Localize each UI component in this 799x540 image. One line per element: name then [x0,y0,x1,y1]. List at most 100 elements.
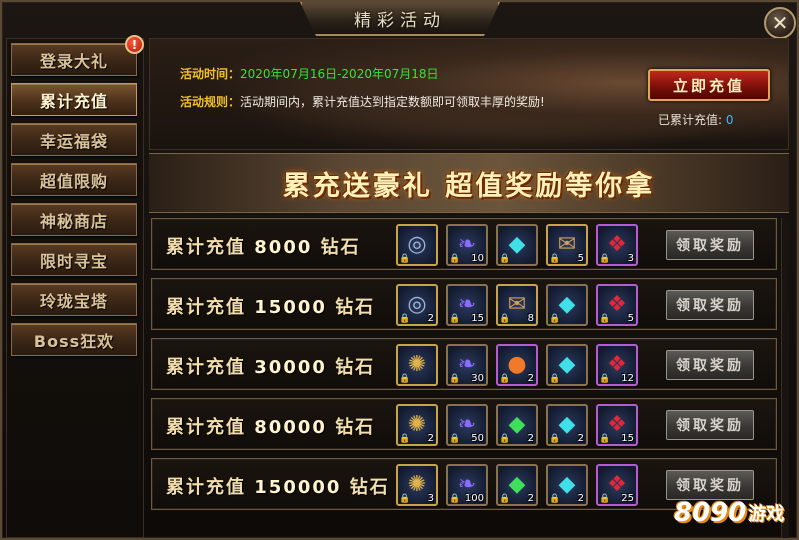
reward-item-count: 15 [621,433,634,444]
watermark-logo: 8090 游戏 [674,488,798,538]
sidebar-item-1[interactable]: 累计充值 [11,83,137,116]
reward-item-slot[interactable]: ❧ 🔒 10 [446,224,488,266]
activity-time-label: 活动时间： [180,67,241,81]
sidebar-item-0[interactable]: 登录大礼 [11,43,137,76]
reward-item-slot[interactable]: ❖ 🔒 5 [596,284,638,326]
reward-row-amount: 150000 [254,477,342,498]
cyan-crystal-icon: ◆ [558,352,576,377]
reward-item-slot[interactable]: ✺ 🔒 [396,344,438,386]
reward-row-title: 累计充值 150000 钻石 [166,473,390,499]
reward-item-count: 2 [427,433,434,444]
slogan-text: 累充送豪礼 超值奖励等你拿 [282,170,656,202]
reward-row-unit: 钻石 [320,237,361,258]
reward-item-slot[interactable]: ✺ 🔒 2 [396,404,438,446]
reward-item-slot[interactable]: ❖ 🔒 12 [596,344,638,386]
gold-coin-icon: ✺ [407,412,427,437]
lock-icon: 🔒 [499,494,511,504]
lock-icon: 🔒 [499,254,511,264]
reward-item-slot[interactable]: ❧ 🔒 30 [446,344,488,386]
slogan-banner: 累充送豪礼 超值奖励等你拿 [149,153,789,213]
reward-item-count: 3 [427,493,434,504]
lock-icon: 🔒 [549,254,561,264]
claim-reward-button[interactable]: 领取奖励 [666,290,754,320]
claim-reward-button[interactable]: 领取奖励 [666,350,754,380]
sidebar-item-label: 累计充值 [39,91,108,111]
reward-item-slot[interactable]: ❖ 🔒 15 [596,404,638,446]
claim-reward-button[interactable]: 领取奖励 [666,230,754,260]
cyan-crystal-icon: ◆ [558,472,576,497]
reward-item-slot[interactable]: ❖ 🔒 25 [596,464,638,506]
reward-row: 累计充值 30000 钻石 ✺ 🔒 ❧ 🔒 30 ● 🔒 2 ◆ 🔒 ❖ 🔒 12 领取奖励 [151,338,777,390]
close-button[interactable]: ✕ [764,7,796,39]
reward-item-count: 100 [464,493,484,504]
reward-row: 累计充值 80000 钻石 ✺ 🔒 2 ❧ 🔒 50 ◆ 🔒 2 ◆ 🔒 2 ❖ 🔒 15 领取奖励 [151,398,777,450]
cyan-crystal-icon: ◆ [558,292,576,317]
reward-item-slot[interactable]: ◆ 🔒 [546,284,588,326]
lock-icon: 🔒 [599,494,611,504]
lock-icon: 🔒 [549,314,561,324]
reward-row-title: 累计充值 80000 钻石 [166,413,375,439]
lock-icon: 🔒 [599,434,611,444]
lock-icon: 🔒 [449,494,461,504]
activity-sidebar: 登录大礼累计充值幸运福袋超值限购神秘商店限时寻宝玲珑宝塔 Boss狂欢 [6,38,144,538]
sidebar-item-label: 幸运福袋 [39,131,108,151]
gold-coin-icon: ✺ [407,352,427,377]
activity-time-value: 2020年07月16日-2020年07月18日 [240,67,439,81]
reward-item-slot[interactable]: ◆ 🔒 [546,344,588,386]
accumulated-recharge: 已累计充值: 0 [658,111,734,128]
lock-icon: 🔒 [449,434,461,444]
reward-item-count: 2 [527,433,534,444]
reward-item-slot[interactable]: ✉ 🔒 5 [546,224,588,266]
reward-item-slot[interactable]: ◆ 🔒 2 [496,464,538,506]
compass-token-icon: ◎ [407,232,427,257]
reward-row-unit: 钻石 [335,357,376,378]
reward-row-unit: 钻石 [335,417,376,438]
reward-item-slot[interactable]: ✺ 🔒 3 [396,464,438,506]
reward-item-slot[interactable]: ◆ 🔒 2 [546,404,588,446]
compass-token-icon: ◎ [407,292,427,317]
lock-icon: 🔒 [599,374,611,384]
reward-item-slot[interactable]: ◎ 🔒 2 [396,284,438,326]
lock-icon: 🔒 [549,374,561,384]
sidebar-item-3[interactable]: 超值限购 [11,163,137,196]
lock-icon: 🔒 [499,434,511,444]
reward-row-prefix: 累计充值 [166,477,246,498]
reward-item-slot[interactable]: ❖ 🔒 3 [596,224,638,266]
reward-item-count: 2 [427,313,434,324]
activity-rule-value: 活动期间内，累计充值达到指定数额即可领取丰厚的奖励! [240,95,545,109]
reward-item-count: 5 [577,253,584,264]
reward-item-slot[interactable]: ◎ 🔒 [396,224,438,266]
reward-item-slot[interactable]: ❧ 🔒 100 [446,464,488,506]
reward-row-title: 累计充值 30000 钻石 [166,353,375,379]
reward-item-slot[interactable]: ❧ 🔒 15 [446,284,488,326]
lock-icon: 🔒 [449,374,461,384]
sidebar-item-5[interactable]: 限时寻宝 [11,243,137,276]
reward-row-unit: 钻石 [349,477,390,498]
reward-item-count: 5 [627,313,634,324]
reward-item-slot[interactable]: ◆ 🔒 2 [546,464,588,506]
sidebar-item-label: Boss狂欢 [33,331,115,351]
reward-item-count: 50 [471,433,484,444]
rainbow-orb-icon: ● [507,352,527,377]
claim-reward-button[interactable]: 领取奖励 [666,410,754,440]
lock-icon: 🔒 [399,314,411,324]
reward-item-slot[interactable]: ● 🔒 2 [496,344,538,386]
sidebar-item-6[interactable]: 玲珑宝塔 [11,283,137,316]
sidebar-item-4[interactable]: 神秘商店 [11,203,137,236]
close-icon: ✕ [771,11,789,35]
reward-item-slot[interactable]: ❧ 🔒 50 [446,404,488,446]
reward-item-slot[interactable]: ◆ 🔒 2 [496,404,538,446]
sidebar-item-7[interactable]: Boss狂欢 [11,323,137,356]
reward-item-slot[interactable]: ✉ 🔒 8 [496,284,538,326]
lock-icon: 🔒 [449,314,461,324]
reward-row-amount: 8000 [254,237,313,258]
reward-item-count: 10 [471,253,484,264]
sidebar-item-2[interactable]: 幸运福袋 [11,123,137,156]
reward-item-slot[interactable]: ◆ 🔒 [496,224,538,266]
reward-item-count: 2 [577,493,584,504]
lock-icon: 🔒 [549,434,561,444]
reward-item-count: 12 [621,373,634,384]
reward-item-count: 2 [527,373,534,384]
activity-rule-label: 活动规则： [180,95,241,109]
recharge-now-button[interactable]: 立即充值 [648,69,770,101]
